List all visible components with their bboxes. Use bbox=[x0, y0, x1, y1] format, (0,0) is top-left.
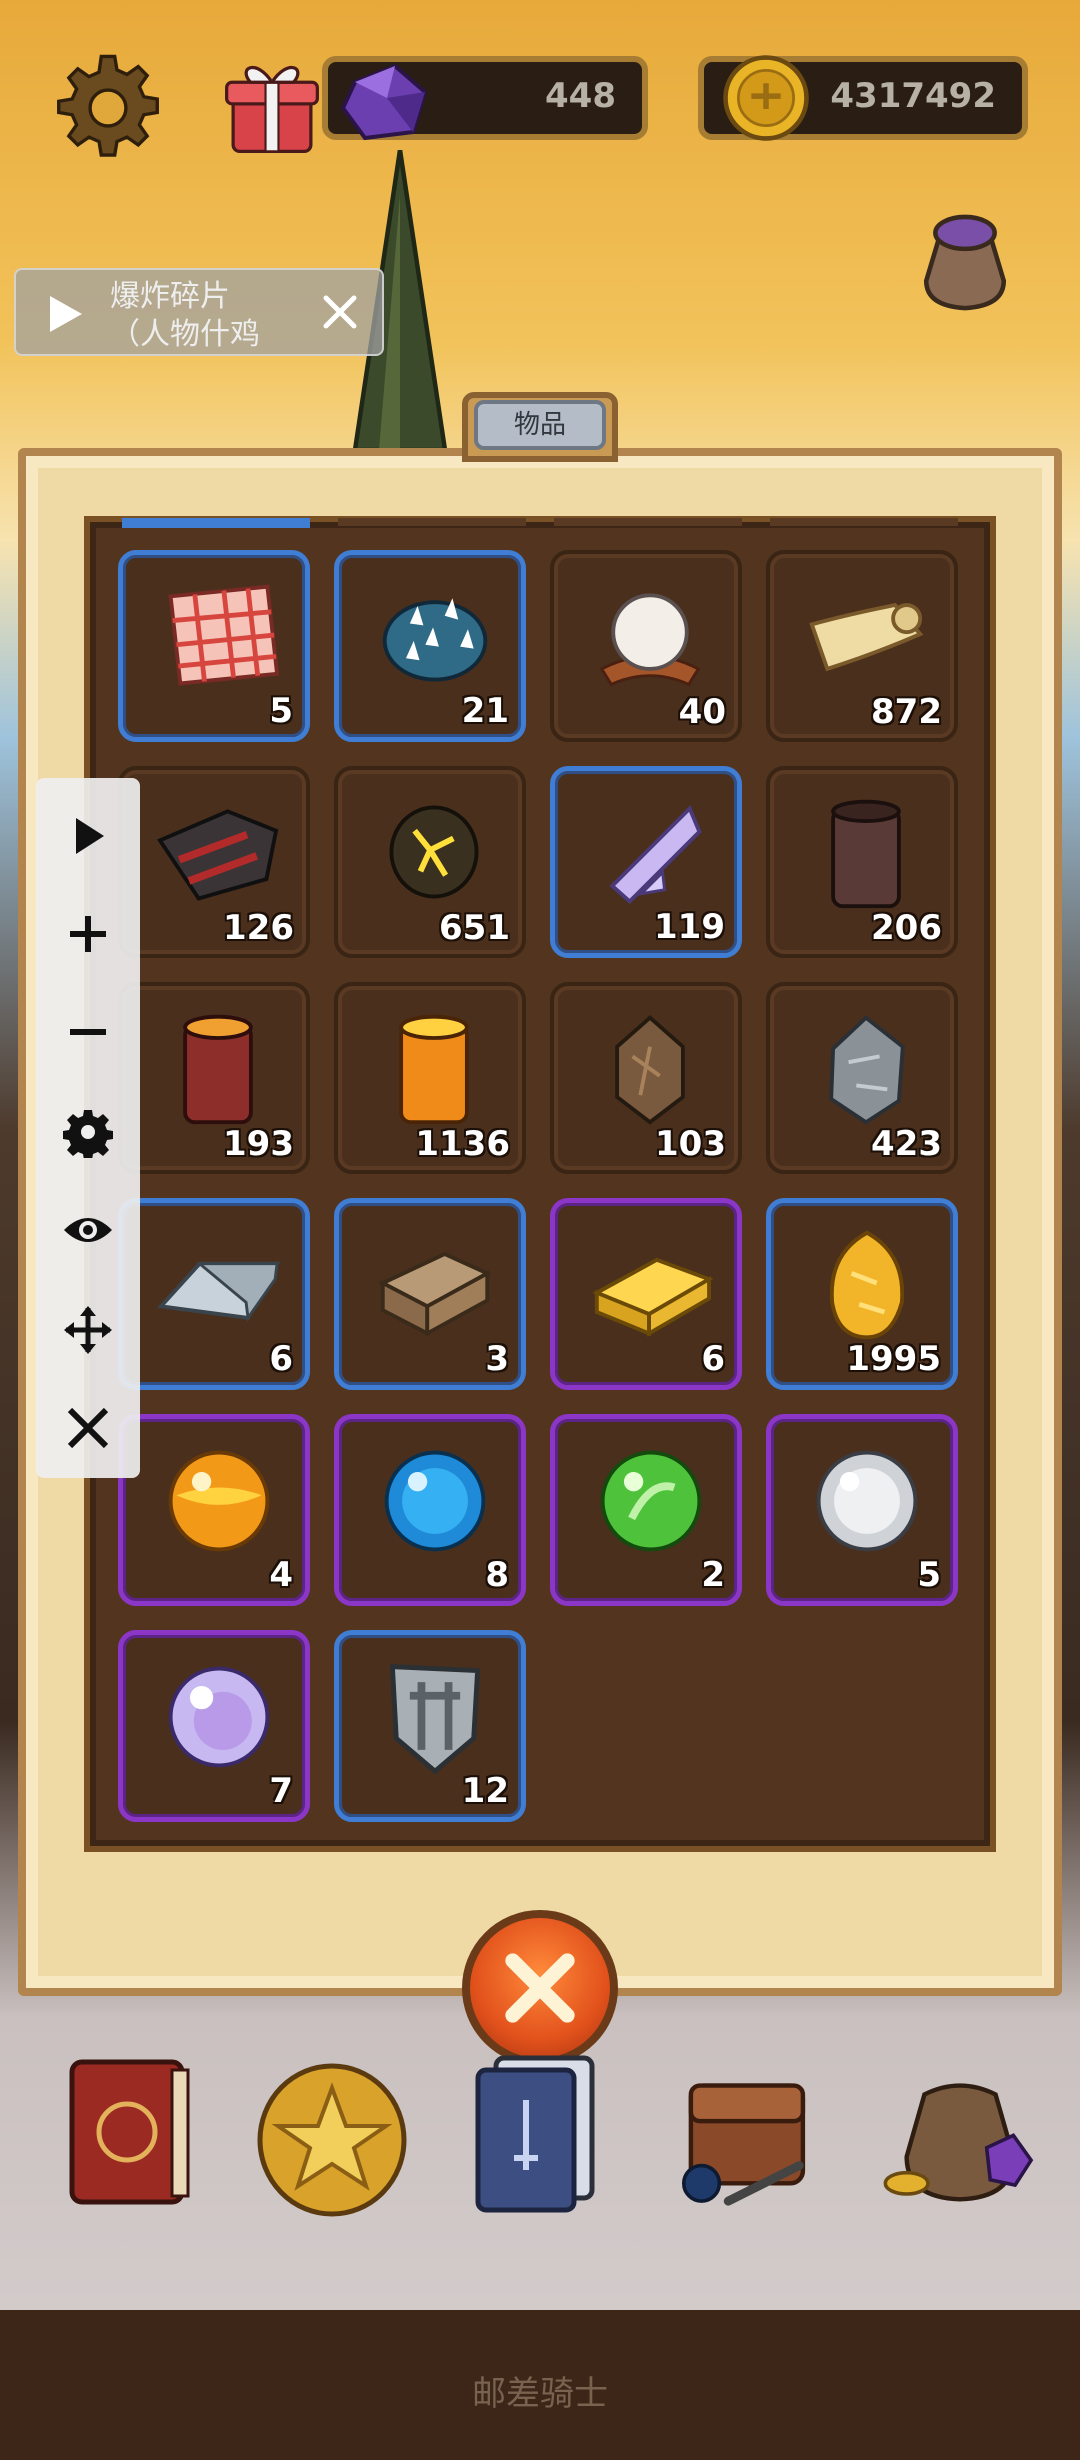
move-icon[interactable] bbox=[62, 1304, 114, 1356]
close-icon[interactable] bbox=[318, 290, 362, 334]
inventory-slot[interactable]: 872 bbox=[766, 550, 958, 742]
inventory-slot[interactable]: 103 bbox=[550, 982, 742, 1174]
inventory-slot[interactable]: 12 bbox=[334, 1630, 526, 1822]
inventory-slot[interactable]: 193 bbox=[118, 982, 310, 1174]
inventory-slot[interactable]: 21 bbox=[334, 550, 526, 742]
item-count: 872 bbox=[871, 692, 942, 732]
item-count: 193 bbox=[223, 1124, 294, 1164]
grey-stone-icon bbox=[829, 1015, 905, 1125]
dark-log-icon bbox=[831, 799, 901, 909]
item-count: 5 bbox=[917, 1555, 941, 1595]
treasure-bag-icon[interactable] bbox=[880, 2040, 1040, 2220]
bronze-ingot-icon bbox=[378, 1251, 492, 1337]
silver-ingot-icon bbox=[157, 1261, 281, 1322]
item-count: 119 bbox=[654, 907, 725, 947]
dark-cloth-icon bbox=[157, 809, 279, 901]
loot-pouch-icon[interactable] bbox=[908, 198, 1022, 318]
gift-box-icon[interactable] bbox=[218, 52, 326, 160]
ad-line-2: （人物什鸡 bbox=[110, 317, 260, 352]
inventory-slot[interactable]: 651 bbox=[334, 766, 526, 958]
item-count: 7 bbox=[269, 1771, 293, 1811]
inventory-slot[interactable]: 3 bbox=[334, 1198, 526, 1390]
item-count: 1995 bbox=[846, 1339, 941, 1379]
item-count: 12 bbox=[461, 1771, 509, 1811]
inventory-slot[interactable]: 1136 bbox=[334, 982, 526, 1174]
white-fur-icon bbox=[599, 593, 701, 687]
inventory-slot[interactable]: 126 bbox=[118, 766, 310, 958]
zoom-in-icon[interactable] bbox=[62, 908, 114, 960]
star-coin-icon[interactable] bbox=[252, 2040, 412, 2220]
item-count: 5 bbox=[269, 691, 293, 731]
item-count: 21 bbox=[461, 691, 509, 731]
inventory-slot[interactable]: 2 bbox=[550, 1414, 742, 1606]
settings-icon[interactable] bbox=[62, 1106, 114, 1158]
item-count: 4 bbox=[269, 1555, 293, 1595]
violet-orb-icon bbox=[168, 1666, 270, 1768]
shield-icon bbox=[389, 1664, 481, 1775]
ad-line-1: 爆炸碎片 bbox=[110, 279, 230, 314]
orange-orb-icon bbox=[168, 1450, 270, 1552]
book-icon[interactable] bbox=[52, 2040, 212, 2220]
inventory-grid: 5 21 40 872 126 651 119 206 193 1136 103 423 6 3 6 1995… bbox=[118, 550, 968, 1840]
item-count: 103 bbox=[655, 1124, 726, 1164]
white-orb-icon bbox=[816, 1450, 918, 1552]
footer-title: 邮差骑士 bbox=[472, 2374, 608, 2414]
item-count: 2 bbox=[701, 1555, 725, 1595]
gold-ingot-icon bbox=[592, 1257, 714, 1337]
spiked-shell-icon bbox=[382, 598, 488, 682]
purple-gem-icon bbox=[340, 63, 428, 141]
green-orb-icon bbox=[600, 1450, 702, 1552]
inventory-slot[interactable]: 4 bbox=[118, 1414, 310, 1606]
crystal-shard-icon bbox=[609, 805, 702, 905]
item-count: 6 bbox=[269, 1339, 293, 1379]
item-count: 40 bbox=[678, 692, 726, 732]
cracked-ore-icon bbox=[389, 805, 479, 899]
eye-icon[interactable] bbox=[62, 1204, 114, 1256]
red-log-icon bbox=[183, 1014, 253, 1125]
inventory-slot[interactable]: 6 bbox=[550, 1198, 742, 1390]
inventory-slot[interactable]: 5 bbox=[118, 550, 310, 742]
checkered-cloth-icon bbox=[168, 584, 280, 686]
item-count: 206 bbox=[871, 908, 942, 948]
item-count: 1136 bbox=[415, 1124, 510, 1164]
play-icon[interactable] bbox=[62, 810, 114, 862]
inventory-slot[interactable]: 8 bbox=[334, 1414, 526, 1606]
card-deck-icon[interactable] bbox=[460, 2040, 620, 2220]
play-icon[interactable] bbox=[46, 292, 86, 336]
inventory-slot[interactable]: 5 bbox=[766, 1414, 958, 1606]
close-x-icon bbox=[505, 1953, 575, 2023]
orange-log-icon bbox=[399, 1014, 469, 1125]
inventory-slot[interactable]: 119 bbox=[550, 766, 742, 958]
inventory-slot[interactable]: 1995 bbox=[766, 1198, 958, 1390]
floating-toolbar bbox=[36, 778, 140, 1478]
parchment-scroll-icon bbox=[809, 602, 924, 672]
inventory-slot[interactable]: 206 bbox=[766, 766, 958, 958]
item-count: 3 bbox=[485, 1339, 509, 1379]
inventory-slot[interactable]: 423 bbox=[766, 982, 958, 1174]
coin-amount: 4317492 bbox=[830, 76, 996, 116]
ad-banner[interactable]: 爆炸碎片 （人物什鸡 bbox=[14, 268, 384, 356]
inventory-slot[interactable]: 6 bbox=[118, 1198, 310, 1390]
scrolled-row-edge bbox=[122, 518, 958, 528]
brown-stone-icon bbox=[615, 1015, 685, 1125]
close-icon[interactable] bbox=[62, 1402, 114, 1454]
item-count: 6 bbox=[701, 1339, 725, 1379]
zoom-out-icon[interactable] bbox=[62, 1006, 114, 1058]
settings-gear-icon[interactable] bbox=[52, 52, 164, 164]
panel-title: 物品 bbox=[474, 400, 606, 450]
item-count: 126 bbox=[223, 908, 294, 948]
ad-text: 爆炸碎片 （人物什鸡 bbox=[110, 278, 320, 354]
item-count: 423 bbox=[871, 1124, 942, 1164]
gold-coin-icon bbox=[723, 55, 809, 141]
blue-orb-icon bbox=[384, 1450, 486, 1552]
item-count: 8 bbox=[485, 1555, 509, 1595]
backpack-icon[interactable] bbox=[666, 2040, 826, 2220]
inventory-slot[interactable]: 7 bbox=[118, 1630, 310, 1822]
gem-amount: 448 bbox=[545, 76, 616, 116]
gold-nugget-icon bbox=[829, 1230, 905, 1340]
inventory-slot[interactable]: 40 bbox=[550, 550, 742, 742]
item-count: 651 bbox=[439, 908, 510, 948]
